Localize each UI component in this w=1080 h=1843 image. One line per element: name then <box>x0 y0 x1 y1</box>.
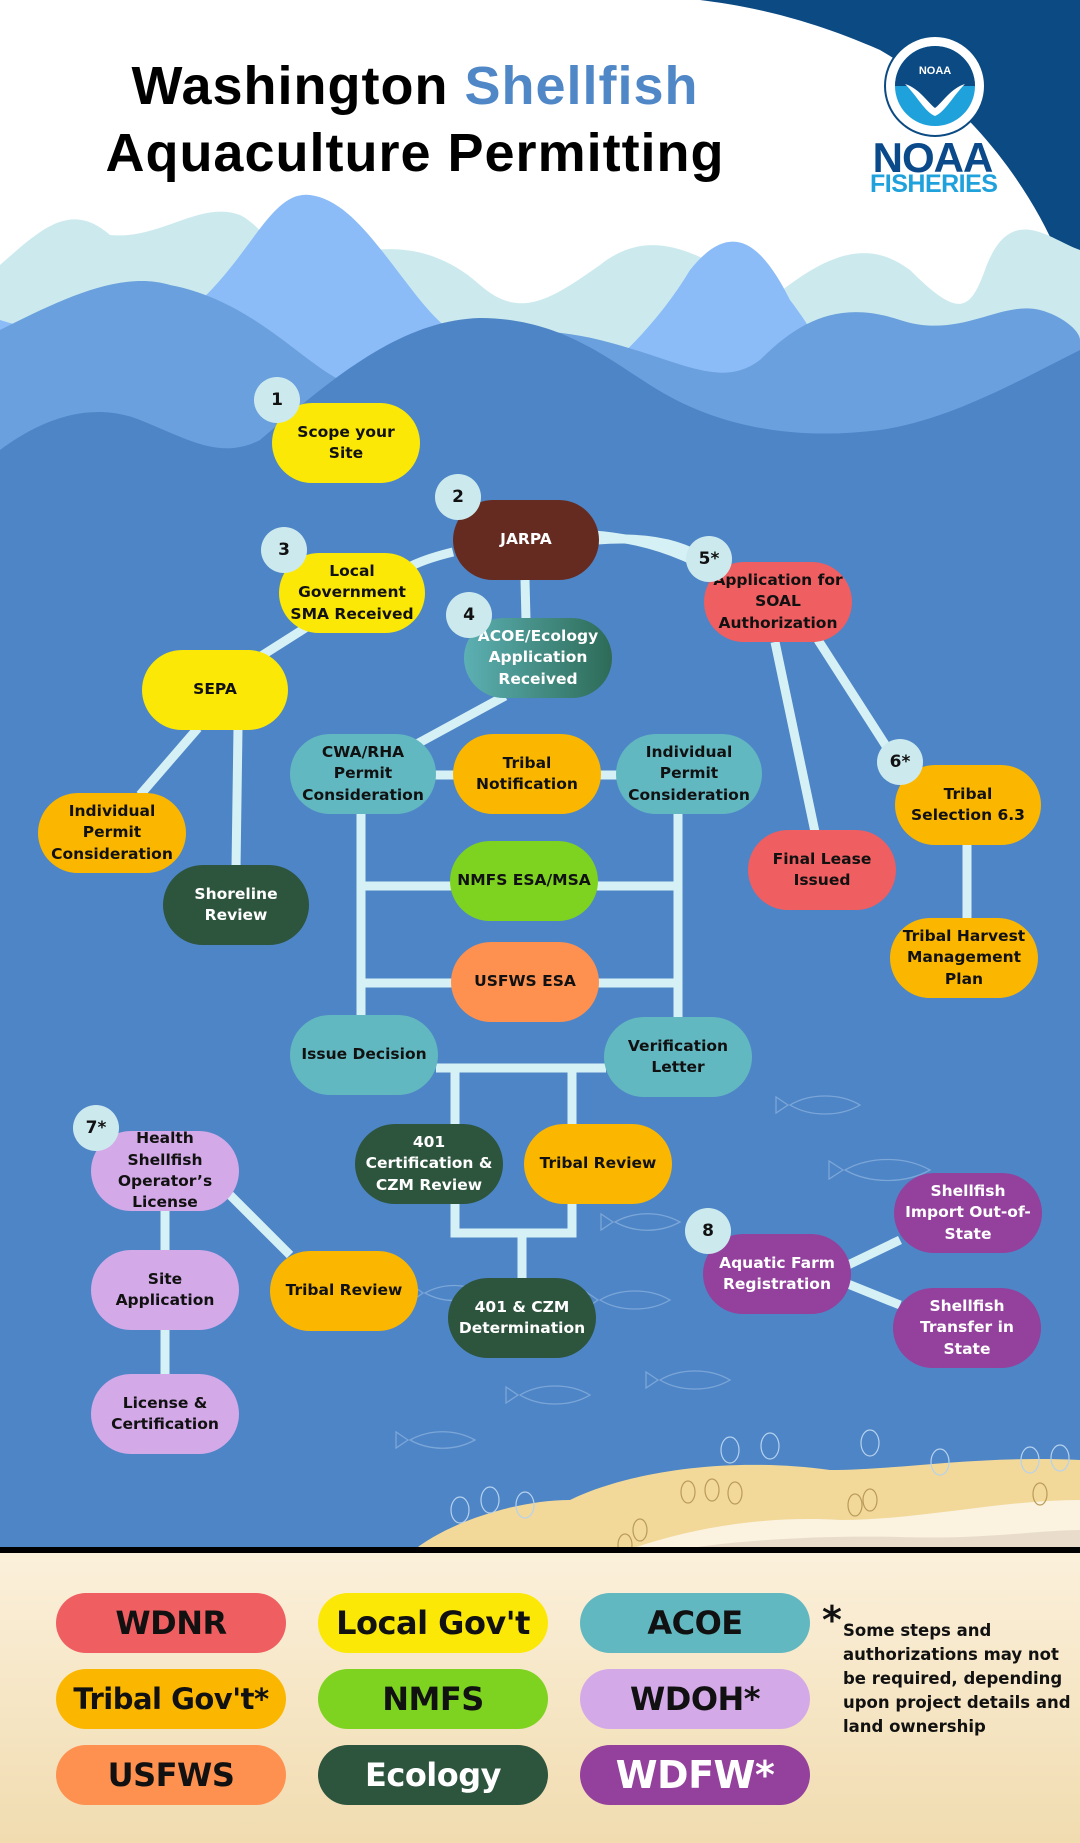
fisheries-logo-word: FISHERIES <box>870 170 998 198</box>
connector-line <box>231 727 243 869</box>
step-number-badge: 3 <box>261 527 307 573</box>
step-cert-401[interactable]: 401 Certification & CZM Review <box>355 1124 503 1204</box>
legend-item-tribalgov: Tribal Gov't* <box>56 1669 286 1729</box>
connector-line <box>520 579 531 621</box>
step-sepa[interactable]: SEPA <box>142 650 288 730</box>
legend-item-wdnr: WDNR <box>56 1593 286 1653</box>
step-verification-letter[interactable]: Verification Letter <box>604 1017 752 1097</box>
step-issue-decision[interactable]: Issue Decision <box>290 1015 438 1095</box>
page-title-line2: Aquaculture Permitting <box>105 123 725 183</box>
step-label: Tribal Notification <box>476 753 578 793</box>
step-label: ACOE/Ecology Application Received <box>477 626 599 688</box>
legend-item-wdfw: WDFW* <box>580 1745 810 1805</box>
legend-item-nmfs: NMFS <box>318 1669 548 1729</box>
step-nmfs-esa[interactable]: NMFS ESA/MSA <box>450 841 598 921</box>
step-label: Tribal Selection 6.3 <box>911 784 1025 824</box>
step-number-badge: 2 <box>435 474 481 520</box>
noaa-emblem-text: NOAA <box>919 65 951 77</box>
step-label: Tribal Review <box>539 1154 657 1173</box>
step-number-badge: 5* <box>686 536 732 582</box>
step-number-badge: 7* <box>73 1105 119 1151</box>
step-label: SEPA <box>193 680 237 699</box>
step-label: Shellfish Import Out-of-State <box>905 1181 1031 1243</box>
step-shellfish-import[interactable]: Shellfish Import Out-of-State <box>894 1173 1042 1253</box>
step-license-cert[interactable]: License & Certification <box>91 1374 239 1454</box>
step-determination-401[interactable]: 401 & CZM Determination <box>448 1278 596 1358</box>
step-tribal-review-mid[interactable]: Tribal Review <box>524 1124 672 1204</box>
step-shellfish-transfer[interactable]: Shellfish Transfer in State <box>893 1288 1041 1368</box>
step-shoreline-review[interactable]: Shoreline Review <box>163 865 309 945</box>
step-usfws-esa[interactable]: USFWS ESA <box>451 942 599 1022</box>
step-label: CWA/RHA Permit Consideration <box>302 742 424 804</box>
legend-item-wdoh: WDOH* <box>580 1669 810 1729</box>
step-tribal-harvest[interactable]: Tribal Harvest Management Plan <box>890 918 1038 998</box>
step-site-application[interactable]: Site Application <box>91 1250 239 1330</box>
step-label: Local Government SMA Received <box>290 561 414 623</box>
step-label: JARPA <box>500 530 552 549</box>
footnote-text: Some steps and authorizations may not be… <box>843 1621 1071 1737</box>
step-label: Aquatic Farm Registration <box>719 1253 835 1293</box>
step-number-badge: 8 <box>685 1208 731 1254</box>
step-label: Shoreline Review <box>194 884 278 924</box>
infographic: NOAA Washington Shellfish Aquaculture Pe… <box>0 0 1080 1843</box>
legend-item-ecology: Ecology <box>318 1745 548 1805</box>
legend-item-acoe: ACOE <box>580 1593 810 1653</box>
step-number-badge: 4 <box>446 592 492 638</box>
title-accent: Shellfish <box>464 56 699 116</box>
step-number-badge: 1 <box>254 377 300 423</box>
step-tribal-notification[interactable]: Tribal Notification <box>453 734 601 814</box>
step-label: 401 & CZM Determination <box>458 1297 586 1337</box>
step-label: Site Application <box>115 1269 215 1309</box>
noaa-emblem: NOAA <box>884 35 986 137</box>
legend-item-localgov: Local Gov't <box>318 1593 548 1653</box>
step-label: Shellfish Transfer in State <box>920 1296 1014 1358</box>
page-title-line1: Washington Shellfish <box>0 55 830 117</box>
step-label: Tribal Review <box>285 1281 403 1300</box>
footnote-asterisk: * <box>822 1598 842 1642</box>
step-label: USFWS ESA <box>474 972 576 991</box>
step-tribal-review-left[interactable]: Tribal Review <box>270 1251 418 1331</box>
step-final-lease[interactable]: Final Lease Issued <box>748 830 896 910</box>
step-label: Final Lease Issued <box>772 849 872 889</box>
step-number-badge: 6* <box>877 739 923 785</box>
title-part1: Washington <box>131 56 465 116</box>
step-label: Tribal Harvest Management Plan <box>902 926 1026 988</box>
step-label: License & Certification <box>111 1393 219 1433</box>
step-label: Individual Permit Consideration <box>628 742 750 804</box>
step-label: Issue Decision <box>301 1045 427 1064</box>
step-label: 401 Certification & CZM Review <box>365 1132 493 1194</box>
step-label: NMFS ESA/MSA <box>457 871 591 890</box>
step-individual-permit-left[interactable]: Individual Permit Consideration <box>38 793 186 873</box>
step-label: Verification Letter <box>627 1036 729 1076</box>
step-individual-permit-right[interactable]: Individual Permit Consideration <box>616 734 762 814</box>
step-label: Scope your Site <box>297 422 395 462</box>
step-label: Application for SOAL Authorization <box>713 570 843 632</box>
step-label: Health Shellfish Operator’s License <box>117 1129 213 1212</box>
legend-item-usfws: USFWS <box>56 1745 286 1805</box>
step-label: Individual Permit Consideration <box>51 801 173 863</box>
step-cwa-rha[interactable]: CWA/RHA Permit Consideration <box>290 734 436 814</box>
